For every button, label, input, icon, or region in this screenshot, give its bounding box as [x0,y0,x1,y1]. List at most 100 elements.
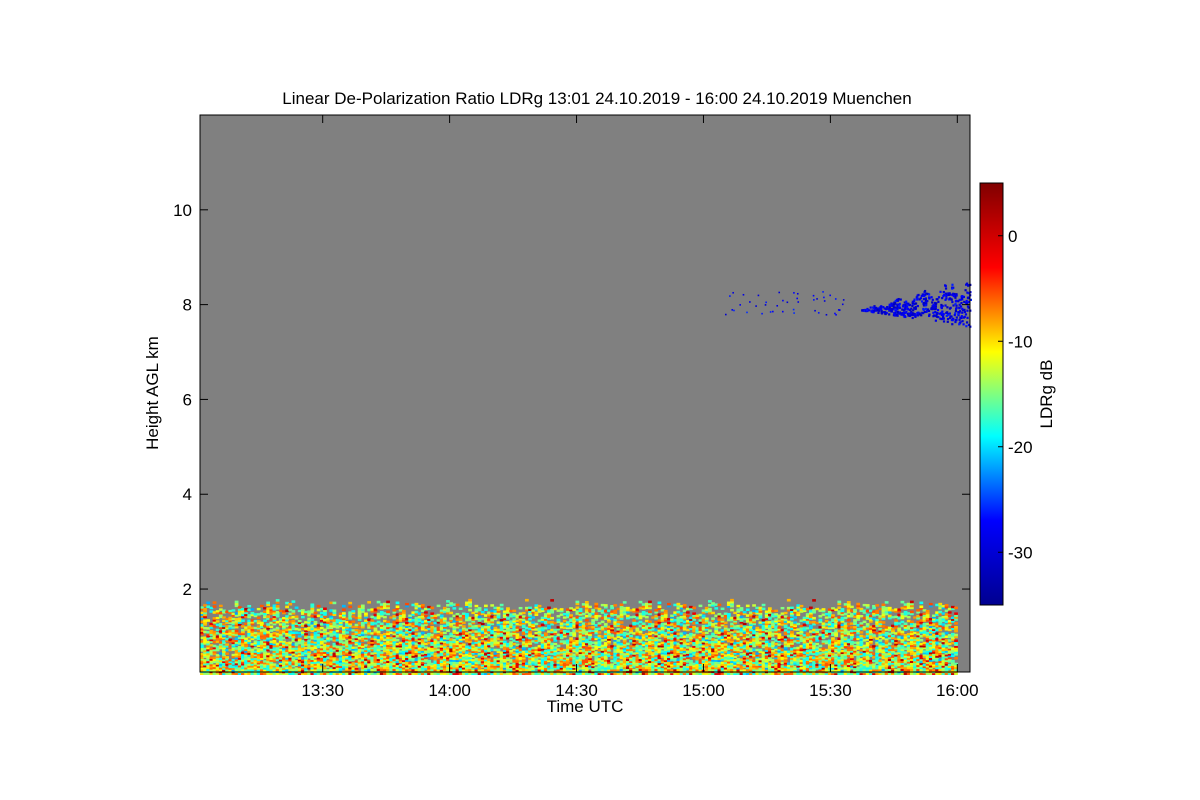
heatmap-cell [461,621,466,625]
heatmap-cell [736,604,741,608]
heatmap-cell [745,608,750,612]
heatmap-cell [294,606,299,609]
heatmap-cell [256,607,261,611]
heatmap-cell [442,617,447,620]
heatmap-cell [547,606,551,609]
heatmap-cell [597,631,602,634]
heatmap-cell [259,621,264,625]
heatmap-cell [676,602,681,606]
heatmap-cell [285,605,289,609]
heatmap-cell [446,607,450,611]
heatmap-cell [761,603,766,607]
heatmap-cell [629,634,633,638]
heatmap-cell [332,609,337,613]
heatmap-cell [537,604,542,608]
heatmap-cell [657,638,662,642]
heatmap-cell [480,623,485,626]
heatmap-cell [525,598,529,602]
heatmap-cell [619,603,624,607]
heatmap-cell [502,640,507,644]
heatmap-cell [291,600,296,603]
heatmap-cell [364,612,368,615]
heatmap-cell [234,600,239,604]
heatmap-cell [723,625,728,628]
heatmap-cell [316,604,321,608]
plot-area [199,114,972,675]
heatmap-cell [682,631,687,635]
heatmap-cell [578,608,583,611]
heatmap-cell [603,623,608,626]
heatmap-cell [225,652,229,655]
heatmap-cell [297,620,302,623]
heatmap-cell [420,604,425,607]
heatmap-cell [575,600,580,604]
heatmap-cell [395,605,400,609]
heatmap-cell [726,613,731,616]
heatmap-cell [414,602,419,606]
heatmap-cell [405,602,409,606]
heatmap-cell [424,611,428,614]
heatmap-cell [241,619,245,622]
heatmap-cell [269,625,274,629]
heatmap-cell [490,604,495,607]
heatmap-cell [430,606,435,610]
heatmap-cell [474,604,479,608]
heatmap-cell [256,616,261,620]
heatmap-cell [458,607,463,610]
heatmap-cell [758,648,763,652]
heatmap-cell [761,607,766,611]
heatmap-cell [499,607,504,611]
heatmap-cell [342,612,346,615]
heatmap-cell [386,610,390,614]
heatmap-cell [528,606,532,610]
heatmap-cell [644,615,649,619]
heatmap-cell [648,610,652,614]
heatmap-cell [685,611,690,614]
heatmap-cell [559,608,564,611]
heatmap-cell [619,621,624,624]
heatmap-cell [427,659,431,663]
heatmap-cell [521,611,526,615]
heatmap-cell [477,607,482,610]
heatmap-cell [648,600,652,604]
heatmap-cell [383,615,387,619]
heatmap-cell [294,615,299,618]
heatmap-cell [550,599,555,602]
heatmap-cell [708,607,712,611]
heatmap-cell [297,635,302,638]
heatmap-cell [483,604,488,608]
heatmap-cell [496,648,501,652]
heatmap-cell [212,605,217,608]
heatmap-cell [266,615,271,618]
heatmap-cell [348,605,353,609]
heatmap-cell [326,642,330,646]
heatmap-cell [465,613,469,616]
heatmap-cell [594,612,599,615]
heatmap-cell [641,622,646,626]
heatmap-cell [730,598,734,602]
heatmap-cell [625,606,630,610]
heatmap-cell [430,612,435,615]
heatmap-cell [531,616,536,619]
chart-title: Linear De-Polarization Ratio LDRg 13:01 … [282,89,911,108]
heatmap-cell [506,617,510,620]
heatmap-cell [367,630,371,633]
heatmap-cell [376,630,381,634]
heatmap-cell [752,604,756,607]
heatmap-cell [218,604,223,608]
heatmap-cell [259,604,264,608]
heatmap-cell [657,601,662,605]
heatmap-cell [635,627,640,630]
heatmap-cell [367,601,371,604]
heatmap-cell [401,609,406,613]
heatmap-cell [348,601,353,605]
heatmap-cell [275,599,280,602]
heatmap-cell [499,603,504,607]
heatmap-cell [215,620,220,623]
heatmap-cell [569,614,573,617]
heatmap-cell [310,618,315,621]
heatmap-cell [206,601,211,605]
heatmap-cell [717,603,722,607]
heatmap-cell [323,607,327,611]
heatmap-cell [584,618,589,622]
